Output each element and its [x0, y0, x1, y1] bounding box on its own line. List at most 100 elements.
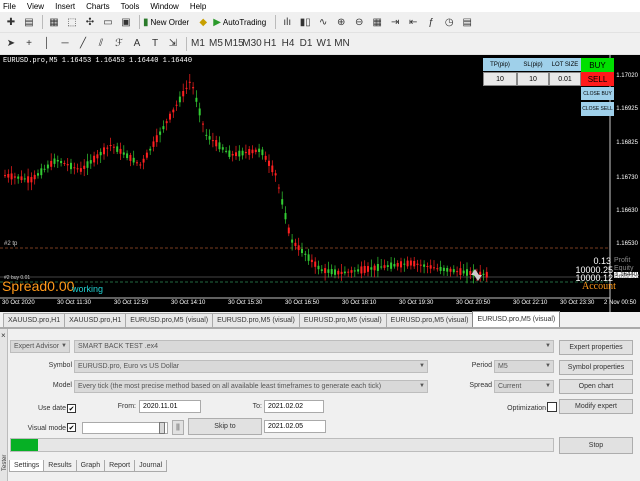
- period-m1-button[interactable]: M1: [190, 36, 206, 51]
- symbol-properties-button[interactable]: Symbol properties: [559, 360, 633, 375]
- chart-shift-icon[interactable]: ⇤: [405, 15, 421, 30]
- to-date-field[interactable]: 2021.02.02: [264, 400, 324, 413]
- menu-insert[interactable]: Insert: [55, 2, 75, 11]
- period-d1-button[interactable]: D1: [298, 36, 314, 51]
- candles-icon[interactable]: ▮▯: [297, 15, 313, 30]
- templates-icon[interactable]: ▤: [459, 15, 475, 30]
- market-watch-icon[interactable]: ▦: [46, 15, 62, 30]
- close-icon[interactable]: ×: [1, 331, 6, 340]
- lot-input[interactable]: 0.01: [549, 72, 581, 86]
- from-date-field[interactable]: 2020.11.01: [139, 400, 201, 413]
- expert-properties-button[interactable]: Expert properties: [559, 340, 633, 355]
- spread-label: Spread: [2, 278, 48, 294]
- menu-tools[interactable]: Tools: [121, 2, 140, 11]
- tile-icon[interactable]: ▦: [369, 15, 385, 30]
- terminal-icon[interactable]: ▭: [100, 15, 116, 30]
- optimization-checkbox[interactable]: [547, 402, 557, 412]
- pause-button[interactable]: ||: [172, 420, 184, 435]
- indicators-icon[interactable]: ƒ: [423, 15, 439, 30]
- candle-body: [403, 263, 406, 265]
- candle-body: [330, 269, 333, 275]
- period-h1-button[interactable]: H1: [262, 36, 278, 51]
- tab-settings[interactable]: Settings: [9, 460, 45, 472]
- modify-expert-button[interactable]: Modify expert: [559, 399, 633, 414]
- optimization-label: Optimization: [507, 405, 546, 412]
- cursor-icon[interactable]: ➤: [3, 36, 19, 51]
- price-tick: 1.16825: [616, 140, 638, 146]
- spread-select[interactable]: Current ▼: [494, 380, 554, 393]
- crosshair-icon[interactable]: +: [21, 36, 37, 51]
- periods-icon[interactable]: ◷: [441, 15, 457, 30]
- use-date-checkbox[interactable]: ✔: [67, 404, 76, 413]
- vertical-line-icon[interactable]: │: [39, 36, 55, 51]
- candle-body: [393, 263, 396, 267]
- buy-button[interactable]: BUY: [581, 58, 614, 72]
- candle-body: [142, 158, 145, 163]
- period-select[interactable]: M5 ▼: [494, 360, 554, 373]
- menu-help[interactable]: Help: [190, 2, 206, 11]
- data-window-icon[interactable]: ⬚: [64, 15, 80, 30]
- horizontal-line-icon[interactable]: ─: [57, 36, 73, 51]
- expert-type-select[interactable]: Expert Advisor ▼: [10, 340, 70, 353]
- tab-journal[interactable]: Journal: [134, 460, 168, 472]
- new-order-button[interactable]: ▮ New Order: [143, 17, 189, 28]
- profiles-icon[interactable]: ▤: [21, 15, 37, 30]
- candles-plot: [0, 55, 611, 312]
- metaeditor-icon[interactable]: ◆: [195, 15, 211, 30]
- spread-value: Current: [498, 383, 522, 390]
- arrows-icon[interactable]: ⇲: [165, 36, 181, 51]
- line-chart-icon[interactable]: ∿: [315, 15, 331, 30]
- period-m5-button[interactable]: M5: [208, 36, 224, 51]
- bar-chart-icon[interactable]: ılı: [279, 15, 295, 30]
- period-w1-button[interactable]: W1: [316, 36, 332, 51]
- speed-slider-handle[interactable]: [159, 422, 165, 434]
- tester-icon[interactable]: ▣: [118, 15, 134, 30]
- expert-file-select[interactable]: SMART BACK TEST .ex4 ▼: [74, 340, 554, 353]
- stop-button[interactable]: Stop: [559, 437, 633, 454]
- sl-input[interactable]: 10: [517, 72, 549, 86]
- menu-window[interactable]: Window: [150, 2, 178, 11]
- period-m30-button[interactable]: M30: [242, 36, 261, 51]
- tp-input[interactable]: 10: [483, 72, 517, 86]
- trendline-icon[interactable]: ╱: [75, 36, 91, 51]
- autotrading-button[interactable]: ▶ AutoTrading: [213, 17, 266, 28]
- tab-results[interactable]: Results: [43, 460, 77, 472]
- period-h4-button[interactable]: H4: [280, 36, 296, 51]
- autoscroll-icon[interactable]: ⇥: [387, 15, 403, 30]
- menu-charts[interactable]: Charts: [86, 2, 110, 11]
- tab-report[interactable]: Report: [104, 460, 136, 472]
- text-icon[interactable]: A: [129, 36, 145, 51]
- speed-slider[interactable]: [82, 422, 168, 434]
- tab-eurusd-visual-active[interactable]: EURUSD.pro,M5 (visual): [472, 311, 561, 327]
- period-mn-button[interactable]: MN: [334, 36, 350, 51]
- symbol-select[interactable]: EURUSD.pro, Euro vs US Dollar ▼: [74, 360, 428, 373]
- tab-graph[interactable]: Graph: [75, 460, 106, 472]
- new-chart-icon[interactable]: ✚: [3, 15, 19, 30]
- open-chart-button[interactable]: Open chart: [559, 379, 633, 394]
- model-select[interactable]: Every tick (the most precise method base…: [74, 380, 428, 393]
- label-icon[interactable]: T: [147, 36, 163, 51]
- visual-mode-checkbox[interactable]: ✔: [67, 423, 76, 432]
- tab-eurusd-visual-1[interactable]: EURUSD.pro,M5 (visual): [125, 313, 214, 327]
- sell-button[interactable]: SELL: [581, 72, 614, 86]
- candle-body: [56, 159, 59, 162]
- zoom-out-icon[interactable]: ⊖: [351, 15, 367, 30]
- period-m15-button[interactable]: M15: [224, 36, 243, 51]
- close-sell-button[interactable]: CLOSE SELL: [581, 102, 614, 116]
- skip-date-field[interactable]: 2021.02.05: [264, 420, 326, 433]
- fibonacci-icon[interactable]: ℱ: [111, 36, 127, 51]
- tab-eurusd-visual-3[interactable]: EURUSD.pro,M5 (visual): [298, 313, 387, 327]
- zoom-in-icon[interactable]: ⊕: [333, 15, 349, 30]
- tab-eurusd-visual-4[interactable]: EURUSD.pro,M5 (visual): [385, 313, 474, 327]
- tab-eurusd-visual-2[interactable]: EURUSD.pro,M5 (visual): [212, 313, 300, 327]
- tab-xauusd-h1[interactable]: XAUUSD.pro,H1: [3, 313, 66, 327]
- price-chart[interactable]: EURUSD.pro,M5 1.16453 1.16453 1.16440 1.…: [0, 55, 640, 312]
- navigator-icon[interactable]: ✣: [82, 15, 98, 30]
- close-buy-button[interactable]: CLOSE BUY: [581, 87, 614, 100]
- menu-file[interactable]: File: [3, 2, 16, 11]
- candle-body: [380, 266, 383, 268]
- channel-icon[interactable]: ⫽: [93, 36, 109, 51]
- tab-xauusd-h1-2[interactable]: XAUUSD.pro,H1: [64, 313, 127, 327]
- menu-view[interactable]: View: [27, 2, 44, 11]
- skip-to-button[interactable]: Skip to: [188, 418, 262, 435]
